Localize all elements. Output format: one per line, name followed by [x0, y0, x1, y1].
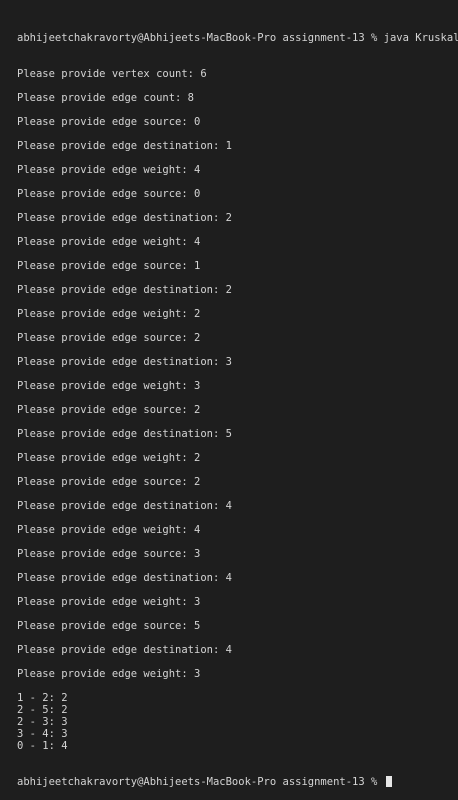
prompt-text: abhijeetchakravorty@Abhijeets-MacBook-Pr… — [17, 776, 384, 788]
output-line: Please provide edge weight: 4 — [17, 524, 201, 536]
shell-prompt[interactable]: abhijeetchakravorty@Abhijeets-MacBook-Pr… — [17, 776, 458, 788]
output-line: Please provide edge source: 5 — [17, 620, 201, 632]
output-line: Please provide edge source: 2 — [17, 332, 201, 344]
output-line: Please provide edge destination: 2 — [17, 284, 232, 296]
output-line: Please provide edge destination: 4 — [17, 500, 232, 512]
output-line: 3 - 4: 3 — [17, 728, 68, 740]
output-line: Please provide edge weight: 3 — [17, 668, 201, 680]
output-line: Please provide edge destination: 4 — [17, 644, 232, 656]
output-line: Please provide edge destination: 5 — [17, 428, 232, 440]
output-line: Please provide edge source: 2 — [17, 404, 201, 416]
output-line: Please provide edge source: 0 — [17, 116, 201, 128]
output-line: Please provide edge destination: 4 — [17, 572, 232, 584]
output-line: Please provide edge source: 1 — [17, 260, 201, 272]
output-line: Please provide edge weight: 3 — [17, 596, 201, 608]
output-line: Please provide edge count: 8 — [17, 92, 195, 104]
output-line: 2 - 3: 3 — [17, 716, 68, 728]
text-cursor — [385, 776, 392, 787]
terminal-window[interactable]: abhijeetchakravorty@Abhijeets-MacBook-Pr… — [0, 0, 458, 788]
shell-command-line: abhijeetchakravorty@Abhijeets-MacBook-Pr… — [17, 32, 458, 44]
output-line: 0 - 1: 4 — [17, 740, 68, 752]
output-line: Please provide edge source: 3 — [17, 548, 201, 560]
output-line: Please provide edge weight: 3 — [17, 380, 201, 392]
output-line: Please provide edge weight: 2 — [17, 308, 201, 320]
terminal-output: Please provide vertex count: 6 Please pro… — [17, 68, 458, 752]
output-line: 1 - 2: 2 — [17, 692, 68, 704]
output-line: Please provide vertex count: 6 — [17, 68, 207, 80]
output-line: Please provide edge weight: 4 — [17, 236, 201, 248]
output-line: 2 - 5: 2 — [17, 704, 68, 716]
output-line: Please provide edge destination: 1 — [17, 140, 232, 152]
output-line: Please provide edge destination: 2 — [17, 212, 232, 224]
output-line: Please provide edge source: 2 — [17, 476, 201, 488]
output-line: Please provide edge destination: 3 — [17, 356, 232, 368]
output-line: Please provide edge source: 0 — [17, 188, 201, 200]
output-line: Please provide edge weight: 4 — [17, 164, 201, 176]
output-line: Please provide edge weight: 2 — [17, 452, 201, 464]
